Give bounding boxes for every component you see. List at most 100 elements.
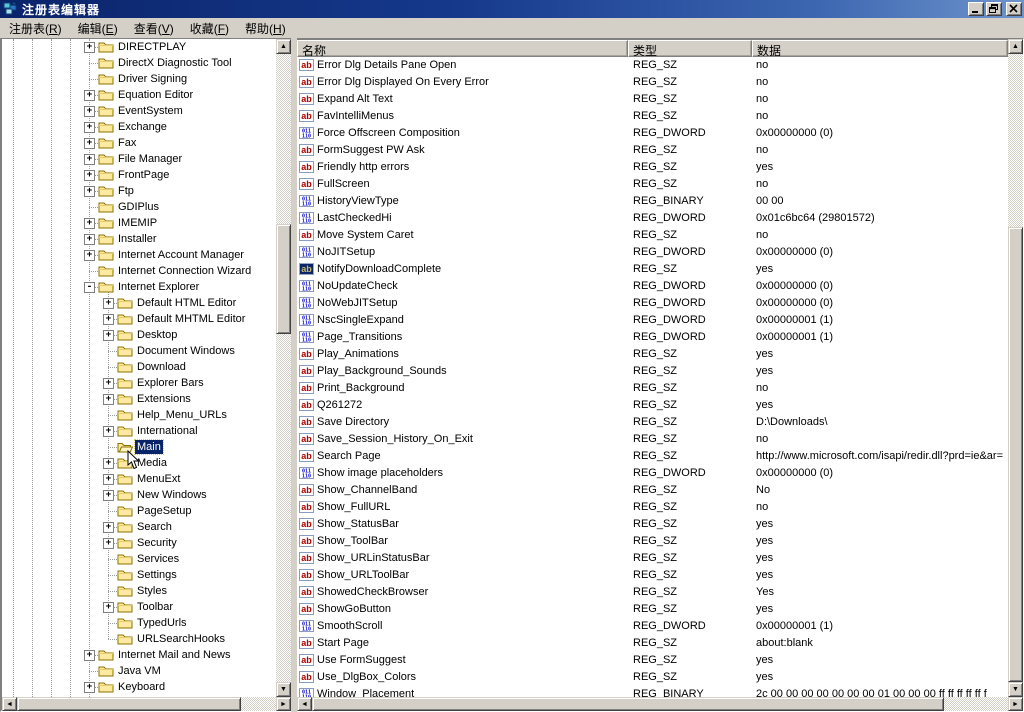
expand-plus-toggle[interactable]: + — [103, 314, 114, 325]
tree-item-search[interactable]: + Search — [2, 519, 276, 535]
list-scroll-right-button[interactable] — [1008, 697, 1023, 711]
tree-item-label[interactable]: Default MHTML Editor — [135, 312, 247, 326]
tree-item-label[interactable]: DIRECTPLAY — [116, 40, 188, 54]
expand-plus-toggle[interactable]: + — [103, 426, 114, 437]
value-row-print-background[interactable]: ab Print_Background REG_SZ no — [297, 380, 1008, 397]
tree-item-download[interactable]: Download — [2, 359, 276, 375]
tree-item-label[interactable]: DirectX Diagnostic Tool — [116, 56, 234, 70]
tree-item-label[interactable]: Explorer Bars — [135, 376, 206, 390]
value-row-show-channelband[interactable]: ab Show_ChannelBand REG_SZ No — [297, 482, 1008, 499]
tree-item-label[interactable]: Equation Editor — [116, 88, 195, 102]
tree-item-label[interactable]: Internet Connection Wizard — [116, 264, 253, 278]
value-row-show-fullurl[interactable]: ab Show_FullURL REG_SZ no — [297, 499, 1008, 516]
tree-item-label[interactable]: Fax — [116, 136, 138, 150]
expand-plus-toggle[interactable]: + — [103, 458, 114, 469]
expand-plus-toggle[interactable]: + — [84, 682, 95, 693]
tree-item-label[interactable]: International — [135, 424, 200, 438]
expand-plus-toggle[interactable]: + — [103, 330, 114, 341]
value-row-nowebjitsetup[interactable]: 011 110 NoWebJITSetup REG_DWORD 0x00000000 (… — [297, 295, 1008, 312]
value-row-show-urlinstatusbar[interactable]: ab Show_URLinStatusBar REG_SZ yes — [297, 550, 1008, 567]
tree-horizontal-scrollbar-thumb[interactable] — [17, 697, 241, 711]
tree-item-eventsystem[interactable]: + EventSystem — [2, 103, 276, 119]
tree-item-installer[interactable]: + Installer — [2, 231, 276, 247]
value-row-q261272[interactable]: ab Q261272 REG_SZ yes — [297, 397, 1008, 414]
tree-scroll-left-button[interactable] — [2, 697, 17, 711]
menu-favorites[interactable]: 收藏(F) — [182, 18, 237, 39]
tree-item-typedurls[interactable]: TypedUrls — [2, 615, 276, 631]
tree-item-java-vm[interactable]: Java VM — [2, 663, 276, 679]
value-row-show-image-placeholders[interactable]: 011 110 Show image placeholders REG_DWORD 0x… — [297, 465, 1008, 482]
expand-plus-toggle[interactable]: + — [84, 170, 95, 181]
value-row-show-statusbar[interactable]: ab Show_StatusBar REG_SZ yes — [297, 516, 1008, 533]
expand-plus-toggle[interactable]: + — [103, 378, 114, 389]
tree-item-ftp[interactable]: + Ftp — [2, 183, 276, 199]
tree-item-default-mhtml-editor[interactable]: + Default MHTML Editor — [2, 311, 276, 327]
value-row-page-transitions[interactable]: 011 110 Page_Transitions REG_DWORD 0x0000000… — [297, 329, 1008, 346]
tree-item-label[interactable]: Internet Explorer — [116, 280, 201, 294]
list-horizontal-scrollbar-thumb[interactable] — [312, 697, 944, 711]
value-row-error-dlg-details-pane-open[interactable]: ab Error Dlg Details Pane Open REG_SZ no — [297, 57, 1008, 74]
expand-plus-toggle[interactable]: + — [84, 122, 95, 133]
list-scroll-up-button[interactable] — [1008, 39, 1023, 54]
value-row-smoothscroll[interactable]: 011 110 SmoothScroll REG_DWORD 0x00000001 (1… — [297, 618, 1008, 635]
value-row-save-directory[interactable]: ab Save Directory REG_SZ D:\Downloads\ — [297, 414, 1008, 431]
tree-item-settings[interactable]: Settings — [2, 567, 276, 583]
tree-item-label[interactable]: IMEMIP — [116, 216, 159, 230]
expand-plus-toggle[interactable]: + — [84, 250, 95, 261]
tree-item-label[interactable]: Exchange — [116, 120, 169, 134]
value-row-noupdatecheck[interactable]: 011 110 NoUpdateCheck REG_DWORD 0x00000000 (… — [297, 278, 1008, 295]
menu-edit[interactable]: 编辑(E) — [70, 18, 126, 39]
value-row-use-formsuggest[interactable]: ab Use FormSuggest REG_SZ yes — [297, 652, 1008, 669]
value-row-search-page[interactable]: ab Search Page REG_SZ http://www.microsoft.… — [297, 448, 1008, 465]
value-row-nojitsetup[interactable]: 011 110 NoJITSetup REG_DWORD 0x00000000 (0) — [297, 244, 1008, 261]
tree-scroll-down-button[interactable] — [276, 682, 291, 697]
expand-plus-toggle[interactable]: + — [103, 522, 114, 533]
value-row-showedcheckbrowser[interactable]: ab ShowedCheckBrowser REG_SZ Yes — [297, 584, 1008, 601]
tree-item-default-html-editor[interactable]: + Default HTML Editor — [2, 295, 276, 311]
tree-item-label[interactable]: Default HTML Editor — [135, 296, 238, 310]
expand-plus-toggle[interactable]: + — [103, 474, 114, 485]
tree-item-label[interactable]: Help_Menu_URLs — [135, 408, 229, 422]
tree-item-directx-diagnostic-tool[interactable]: DirectX Diagnostic Tool — [2, 55, 276, 71]
tree-item-help-menu-urls[interactable]: Help_Menu_URLs — [2, 407, 276, 423]
tree-item-label[interactable]: Services — [135, 552, 181, 566]
expand-plus-toggle[interactable]: + — [84, 138, 95, 149]
tree-item-file-manager[interactable]: + File Manager — [2, 151, 276, 167]
tree-item-label[interactable]: GDIPlus — [116, 200, 161, 214]
tree-item-label[interactable]: New Windows — [135, 488, 209, 502]
registry-key-tree[interactable]: + DIRECTPLAY DirectX Diagnostic Tool Driver… — [2, 39, 276, 697]
tree-item-label[interactable]: Internet Account Manager — [116, 248, 246, 262]
list-vertical-scrollbar-thumb[interactable] — [1008, 227, 1023, 682]
tree-item-new-windows[interactable]: + New Windows — [2, 487, 276, 503]
value-row-use-dlgbox-colors[interactable]: ab Use_DlgBox_Colors REG_SZ yes — [297, 669, 1008, 686]
tree-item-label[interactable]: FrontPage — [116, 168, 171, 182]
tree-item-fax[interactable]: + Fax — [2, 135, 276, 151]
expand-plus-toggle[interactable]: + — [84, 42, 95, 53]
tree-item-label[interactable]: Keyboard — [116, 680, 167, 694]
value-row-expand-alt-text[interactable]: ab Expand Alt Text REG_SZ no — [297, 91, 1008, 108]
expand-plus-toggle[interactable]: + — [103, 298, 114, 309]
tree-item-label[interactable]: TypedUrls — [135, 616, 189, 630]
value-row-lastcheckedhi[interactable]: 011 110 LastCheckedHi REG_DWORD 0x01c6bc64 (… — [297, 210, 1008, 227]
expand-plus-toggle[interactable]: + — [84, 90, 95, 101]
value-row-fullscreen[interactable]: ab FullScreen REG_SZ no — [297, 176, 1008, 193]
tree-item-label[interactable]: Media — [135, 456, 169, 470]
tree-scroll-up-button[interactable] — [276, 39, 291, 54]
tree-item-label[interactable]: PageSetup — [135, 504, 193, 518]
expand-plus-toggle[interactable]: + — [84, 186, 95, 197]
value-row-move-system-caret[interactable]: ab Move System Caret REG_SZ no — [297, 227, 1008, 244]
value-row-error-dlg-displayed-on-every-error[interactable]: ab Error Dlg Displayed On Every Error REG_… — [297, 74, 1008, 91]
tree-item-explorer-bars[interactable]: + Explorer Bars — [2, 375, 276, 391]
value-row-force-offscreen-composition[interactable]: 011 110 Force Offscreen Composition REG_DWO… — [297, 125, 1008, 142]
expand-plus-toggle[interactable]: + — [103, 538, 114, 549]
tree-item-label[interactable]: Java VM — [116, 664, 163, 678]
expand-plus-toggle[interactable]: + — [84, 650, 95, 661]
tree-item-label[interactable]: Toolbar — [135, 600, 175, 614]
menu-view[interactable]: 查看(V) — [126, 18, 182, 39]
column-header-name[interactable]: 名称 — [297, 40, 628, 57]
tree-item-extensions[interactable]: + Extensions — [2, 391, 276, 407]
tree-item-pagesetup[interactable]: PageSetup — [2, 503, 276, 519]
value-row-save-session-history-on-exit[interactable]: ab Save_Session_History_On_Exit REG_SZ no — [297, 431, 1008, 448]
minimize-button[interactable] — [968, 2, 984, 16]
tree-item-document-windows[interactable]: Document Windows — [2, 343, 276, 359]
